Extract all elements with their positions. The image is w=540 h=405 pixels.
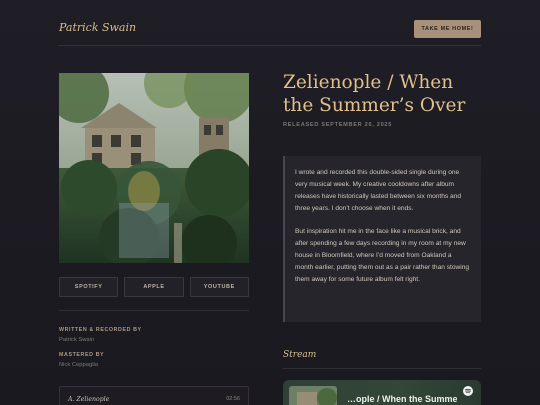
release-title: Zelienople / When the Summer’s Over [283, 72, 466, 116]
album-cover-image [59, 73, 249, 263]
streaming-service-buttons: SPOTIFY APPLE YOUTUBE [59, 277, 249, 297]
spotify-embed-player[interactable]: …ople / When the Summer’s [283, 380, 481, 405]
embed-thumbnail [289, 386, 337, 405]
tracklist: A. Zelienople 02:56 [59, 386, 249, 405]
album-cover-art-icon [59, 73, 249, 263]
take-me-home-button[interactable]: TAKE ME HOME! [414, 20, 481, 38]
stream-heading: Stream [283, 350, 317, 360]
apple-button[interactable]: APPLE [124, 277, 184, 297]
site-header: Patrick Swain TAKE ME HOME! [59, 12, 481, 46]
mastered-label: MASTERED BY [59, 352, 105, 358]
site-brand[interactable]: Patrick Swain [59, 21, 136, 34]
description-paragraph: I wrote and recorded this double-sided s… [295, 169, 462, 212]
track-duration: 02:56 [226, 396, 240, 402]
embed-track-title: …ople / When the Summer’s [347, 394, 457, 404]
release-date: RELEASED SEPTEMBER 26, 2025 [283, 122, 393, 128]
youtube-button[interactable]: YOUTUBE [189, 277, 249, 297]
spotify-icon [463, 386, 473, 396]
divider [283, 368, 481, 369]
divider [59, 310, 249, 311]
mastered-value: Nick Ceppaglia [59, 362, 98, 368]
written-label: WRITTEN & RECORDED BY [59, 327, 142, 333]
track-title[interactable]: A. Zelienople [68, 396, 109, 403]
description-paragraph: But inspiration hit me in the face like … [295, 228, 470, 283]
spotify-button[interactable]: SPOTIFY [59, 277, 119, 297]
written-value: Patrick Swain [59, 337, 95, 343]
release-description: I wrote and recorded this double-sided s… [283, 156, 481, 322]
credits: WRITTEN & RECORDED BY Patrick Swain MAST… [59, 327, 249, 377]
